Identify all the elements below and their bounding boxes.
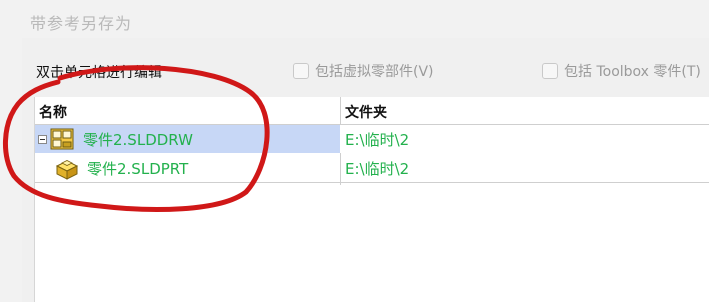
save-with-references-dialog: 带参考另存为 双击单元格进行编辑 包括虚拟零部件(V) 包括 Toolbox 零… — [0, 0, 709, 302]
part-file-icon — [54, 157, 80, 181]
references-table: 名称 文件夹 零件2.SLDDRW E:\临时\2 零件2.SLDPRT E:\… — [34, 97, 709, 302]
table-header: 名称 文件夹 — [35, 97, 709, 125]
collapse-toggle-icon[interactable] — [38, 135, 47, 144]
include-virtual-checkbox[interactable] — [293, 63, 309, 79]
column-header-name[interactable]: 名称 — [39, 102, 67, 122]
row-folder[interactable]: E:\临时\2 — [345, 129, 409, 150]
include-virtual-components-option[interactable]: 包括虚拟零部件(V) — [293, 61, 434, 81]
window-title: 带参考另存为 — [30, 14, 133, 33]
include-toolbox-checkbox[interactable] — [542, 63, 558, 79]
row-folder[interactable]: E:\临时\2 — [345, 158, 409, 179]
column-header-folder[interactable]: 文件夹 — [345, 102, 387, 122]
include-toolbox-label: 包括 Toolbox 零件(T) — [564, 64, 701, 80]
drawing-file-icon — [50, 127, 74, 151]
edit-hint: 双击单元格进行编辑 — [36, 65, 162, 81]
include-toolbox-option[interactable]: 包括 Toolbox 零件(T) — [542, 61, 701, 81]
table-row[interactable]: 零件2.SLDDRW E:\临时\2 — [35, 125, 709, 153]
table-row[interactable]: 零件2.SLDPRT E:\临时\2 — [35, 154, 709, 183]
include-virtual-label: 包括虚拟零部件(V) — [315, 64, 434, 80]
row-name[interactable]: 零件2.SLDDRW — [83, 129, 193, 150]
row-name[interactable]: 零件2.SLDPRT — [87, 158, 188, 179]
